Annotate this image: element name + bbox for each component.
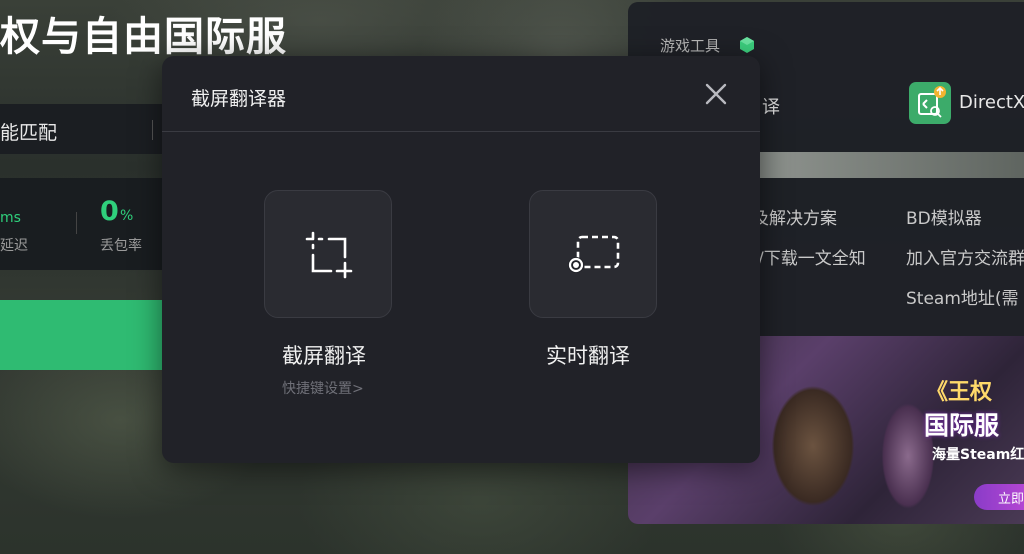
link-download-guide[interactable]: /下载一文全知 <box>758 244 866 269</box>
banner-headline: 《王权 <box>926 380 993 405</box>
packet-loss-label: 丢包率 <box>100 238 142 254</box>
packet-loss-unit: % <box>120 208 134 224</box>
smart-match-label: 能匹配 <box>0 122 58 144</box>
latency-label: 延迟 <box>0 238 28 254</box>
link-join-group[interactable]: 加入官方交流群 <box>906 244 1024 269</box>
banner-character <box>758 356 868 524</box>
tool-directx-label[interactable]: DirectX <box>959 92 1024 113</box>
divider <box>76 212 77 234</box>
divider <box>152 120 153 140</box>
screenshot-translate-button[interactable] <box>264 190 392 318</box>
dialog-title: 截屏翻译器 <box>191 88 287 110</box>
crop-icon <box>305 231 353 279</box>
divider <box>162 131 760 132</box>
screen-record-icon <box>568 235 620 273</box>
realtime-translate-label: 实时翻译 <box>546 344 630 368</box>
banner-caption: 海量Steam红 <box>932 447 1024 463</box>
cube-icon <box>740 37 754 53</box>
latency-value: ms <box>0 210 21 226</box>
link-bd-emulator[interactable]: BD模拟器 <box>906 204 982 229</box>
screenshot-translator-dialog: 截屏翻译器 截屏翻译 快捷键设置> 实时翻译 <box>162 56 760 463</box>
link-solutions[interactable]: 及解决方案 <box>752 204 837 229</box>
game-tools-title: 游戏工具 <box>660 37 721 55</box>
packet-loss-value: 0 <box>100 196 119 227</box>
realtime-translate-button[interactable] <box>529 190 657 318</box>
page-title: 权与自由国际服 <box>0 14 287 60</box>
link-steam-address[interactable]: Steam地址(需 <box>906 284 1019 309</box>
directx-tool-icon[interactable] <box>909 82 951 124</box>
screenshot-translate-label: 截屏翻译 <box>282 344 366 368</box>
hotkey-settings-link[interactable]: 快捷键设置> <box>282 378 364 398</box>
tool-translate-label[interactable]: 译 <box>762 93 780 119</box>
banner-cta-button[interactable]: 立即 <box>974 484 1024 510</box>
banner-subheadline: 国际服 <box>924 411 1000 440</box>
close-icon[interactable] <box>702 80 730 108</box>
